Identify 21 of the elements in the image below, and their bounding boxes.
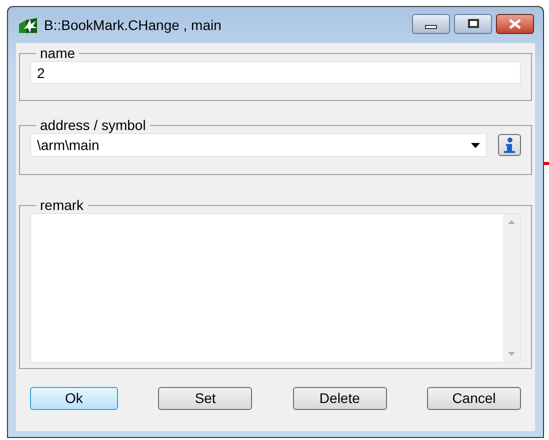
dialog-button[interactable]: Delete [292,387,387,410]
minimize-button[interactable] [412,14,450,34]
group-label: remark [39,197,85,213]
remark-field[interactable] [30,213,521,363]
address-combobox[interactable]: \arm\main [30,133,487,157]
close-icon [509,18,521,28]
dropdown-arrow-icon [471,142,480,148]
dialog-button[interactable]: Set [158,387,252,410]
dialog-button[interactable]: Cancel [426,387,521,410]
name-field[interactable]: 2 [30,61,521,84]
maximize-button[interactable] [454,14,492,34]
app-icon [18,16,38,34]
combobox-value: \arm\main [37,136,100,154]
dialog-button[interactable]: Ok [30,387,118,410]
connector-stub [543,162,549,165]
group-label: address / symbol [39,117,147,133]
close-button[interactable] [496,14,534,34]
group-label: name [39,45,76,61]
window-title: B::BookMark.CHange , main [44,16,222,35]
info-button[interactable] [498,134,521,156]
info-icon [503,136,516,154]
